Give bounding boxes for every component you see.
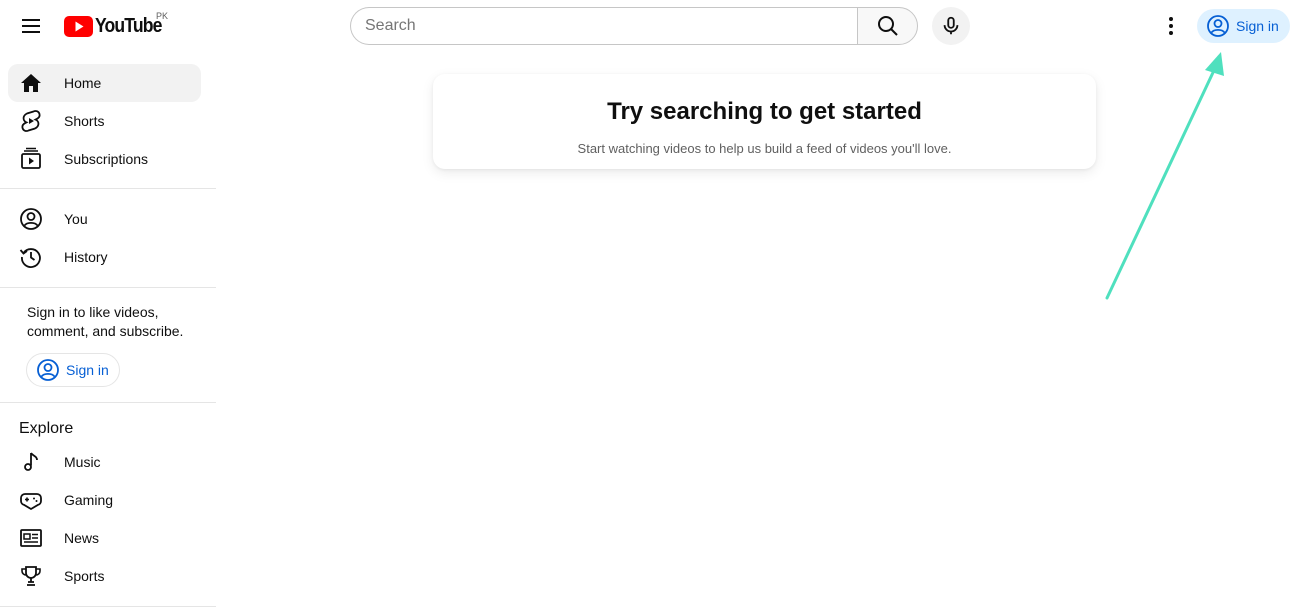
shorts-icon [21,110,41,132]
trophy-icon [21,566,41,586]
sidebar-item-music[interactable]: Music [8,443,201,481]
home-icon [21,74,41,92]
sidebar-item-home[interactable]: Home [8,64,201,102]
youtube-play-icon [64,15,93,37]
sidebar-item-label: Gaming [64,492,114,508]
account-circle-icon [37,359,59,381]
sidebar-sign-in-label: Sign in [66,362,109,378]
sidebar-item-news[interactable]: News [8,519,201,557]
sidebar-item-shorts[interactable]: Shorts [8,102,201,140]
sidebar-divider [0,606,216,607]
sidebar-sign-in-button[interactable]: Sign in [26,353,120,387]
subscriptions-icon [21,147,41,169]
sidebar-divider [0,188,216,189]
history-icon [19,248,41,268]
more-vertical-icon [1169,17,1173,35]
microphone-icon [943,16,959,35]
gaming-icon [20,493,42,511]
sidebar-item-label: Music [64,454,101,470]
sign-in-prompt-text: Sign in to like videos, comment, and sub… [27,304,184,339]
sidebar-divider [0,402,216,403]
news-icon [20,529,42,547]
sidebar-item-label: Sports [64,568,105,584]
search-button[interactable] [857,7,918,45]
header-sign-in-label: Sign in [1236,18,1279,34]
empty-feed-card: Try searching to get started Start watch… [433,74,1096,169]
sidebar-item-sports[interactable]: Sports [8,557,201,595]
youtube-logo[interactable]: YouTube [64,13,171,39]
account-circle-icon [1207,15,1229,37]
region-code: PK [156,11,169,21]
search-bar [350,7,918,45]
sidebar-item-subscriptions[interactable]: Subscriptions [8,140,201,178]
header-sign-in-button[interactable]: Sign in [1197,9,1290,43]
guide-sidebar: Home Shorts Subscriptions You History Si… [0,56,216,613]
empty-feed-title: Try searching to get started [607,98,922,125]
sidebar-item-label: Subscriptions [64,151,149,167]
music-icon [24,452,38,471]
sidebar-item-label: You [64,211,88,227]
sidebar-item-history[interactable]: History [8,238,201,276]
sidebar-item-gaming[interactable]: Gaming [8,481,201,519]
annotation-arrow-icon [1105,52,1224,300]
sidebar-item-label: Shorts [64,113,105,129]
sidebar-item-you[interactable]: You [8,200,201,238]
search-input[interactable] [350,7,857,45]
sidebar-item-label: Home [64,75,102,91]
sidebar-item-label: News [64,530,100,546]
search-icon [877,16,898,36]
sidebar-divider [0,287,216,288]
explore-section-title: Explore [19,420,74,437]
masthead: YouTube PK Sign in [0,0,1300,52]
sidebar-item-label: History [64,249,108,265]
settings-more-button[interactable] [1152,7,1190,45]
you-icon [20,208,42,230]
empty-feed-subtitle: Start watching videos to help us build a… [577,141,952,156]
logo-wordmark: YouTube [95,14,162,37]
hamburger-icon [22,19,40,33]
voice-search-button[interactable] [932,7,970,45]
guide-menu-button[interactable] [12,7,50,45]
